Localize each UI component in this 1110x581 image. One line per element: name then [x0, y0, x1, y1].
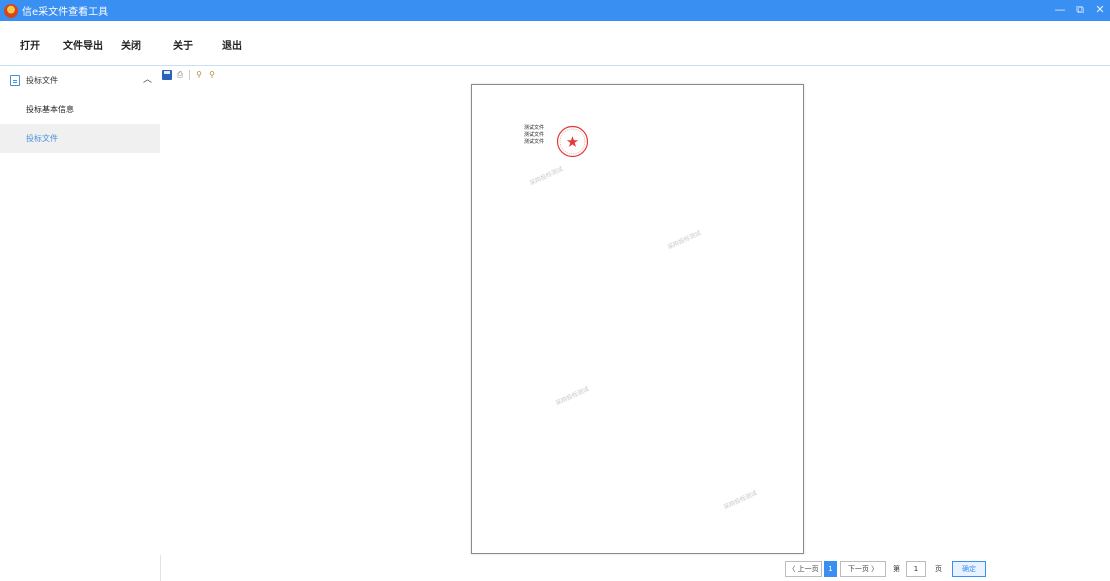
- print-icon[interactable]: ⎙: [175, 70, 185, 80]
- menu-about[interactable]: 关于: [173, 37, 193, 52]
- goto-suffix: 页: [935, 565, 942, 573]
- menu-exit[interactable]: 退出: [222, 37, 242, 52]
- save-icon[interactable]: [162, 70, 172, 80]
- menu-export[interactable]: 文件导出: [63, 37, 103, 52]
- menu-close[interactable]: 关闭: [121, 37, 141, 52]
- sidebar: 投标文件 ︿ 投标基本信息 投标文件: [0, 67, 160, 581]
- page-number-input[interactable]: [906, 561, 926, 577]
- restore-icon[interactable]: ⧉: [1074, 2, 1086, 18]
- document-icon: [10, 74, 20, 86]
- window-title: 信e采文件查看工具: [22, 7, 109, 18]
- watermark: 采购投标测试: [722, 489, 759, 512]
- menu-open[interactable]: 打开: [20, 37, 40, 52]
- confirm-button[interactable]: 确定: [952, 561, 986, 577]
- sidebar-item-bid-file[interactable]: 投标文件: [0, 124, 160, 153]
- sidebar-item-label: 投标文件: [26, 134, 58, 143]
- current-page-button[interactable]: 1: [824, 561, 837, 577]
- viewer-toolbar: ⎙ ⚲ ⚲: [162, 68, 217, 82]
- official-seal-icon: [556, 125, 589, 158]
- watermark: 采购投标测试: [528, 165, 565, 188]
- document-line: 测试文件: [524, 139, 545, 145]
- toolbar-separator: [189, 70, 190, 80]
- sidebar-item-label: 投标基本信息: [26, 105, 74, 114]
- divider: [160, 555, 161, 581]
- window-controls: — ⧉ ✕: [1054, 2, 1106, 18]
- document-line: 测试文件: [524, 132, 545, 138]
- menu-bar: 打开 文件导出 关闭 关于 退出: [0, 21, 1110, 66]
- document-text: 测试文件 测试文件 测试文件: [524, 125, 544, 146]
- sidebar-header[interactable]: 投标文件 ︿: [0, 69, 160, 91]
- prev-page-button[interactable]: 〈 上一页: [785, 561, 822, 577]
- goto-prefix: 第: [893, 565, 900, 573]
- app-logo-icon: [4, 3, 18, 18]
- document-page: 测试文件 测试文件 测试文件 采购投标测试 采购投标测试 采购投标测试 采购投标…: [471, 84, 804, 554]
- chevron-up-icon[interactable]: ︿: [143, 72, 152, 85]
- sidebar-item-basic-info[interactable]: 投标基本信息: [0, 95, 160, 124]
- title-bar: 信e采文件查看工具 — ⧉ ✕: [0, 0, 1110, 21]
- zoom-in-icon[interactable]: ⚲: [194, 70, 204, 80]
- close-icon[interactable]: ✕: [1094, 2, 1106, 18]
- watermark: 采购投标测试: [666, 229, 703, 252]
- watermark: 采购投标测试: [554, 385, 591, 408]
- zoom-out-icon[interactable]: ⚲: [207, 70, 217, 80]
- minimize-icon[interactable]: —: [1054, 2, 1066, 18]
- next-page-button[interactable]: 下一页 〉: [840, 561, 886, 577]
- document-line: 测试文件: [524, 125, 545, 131]
- sidebar-header-label: 投标文件: [26, 75, 58, 85]
